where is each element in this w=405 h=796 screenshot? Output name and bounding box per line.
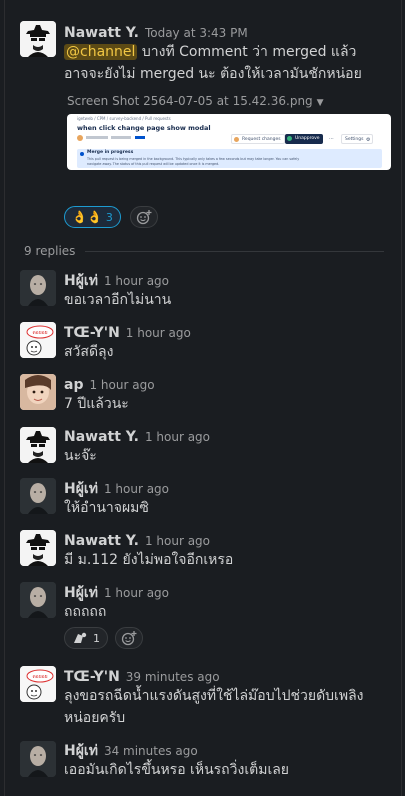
notice-title: Merge in progress [87, 150, 134, 155]
reply-count: 9 replies [24, 244, 76, 258]
add-reaction-button[interactable] [130, 206, 158, 228]
avatar-heisenberg[interactable] [20, 530, 56, 566]
reply-text: ขอเวลาอีกไม่นาน [64, 292, 172, 308]
reply-text: 7 ปีแล้วนะ [64, 396, 129, 412]
message-text-line: หน่อยครับ [64, 710, 126, 726]
ok-hand-emoji-icon: 👌👌 [72, 210, 102, 224]
reply-text: มี ม.112 ยังไม่พอใจอีกเหรอ [64, 552, 234, 568]
more-icon: ⋯ [329, 136, 334, 142]
author-name[interactable]: TŒ-Y'N [64, 669, 120, 685]
author-name[interactable]: TŒ-Y'N [64, 325, 120, 341]
message-text-line: อาจจะยังไม่ merged นะ ต้องให้เวลามันชักห… [64, 66, 362, 82]
reply-header: Nawatt Y. 1 hour ago [64, 426, 210, 445]
add-emoji-icon [136, 210, 152, 225]
reply-text: ลุงขอรถฉีดน้ำแรงดันสูงที่ใช้ไล่ม๊อบไปช่ว… [64, 685, 394, 729]
timestamp[interactable]: 1 hour ago [145, 534, 210, 548]
attachment-file-name[interactable]: Screen Shot 2564-07-05 at 15.42.36.png ▼ [67, 94, 324, 108]
add-reaction-button[interactable] [115, 627, 143, 649]
notice-text: navigate away. The status of this pull r… [87, 162, 220, 166]
reply-text: ให้อำนาจผมซิ [64, 500, 149, 516]
avatar-h[interactable] [20, 582, 56, 618]
reaction-custom[interactable]: 1 [64, 627, 108, 649]
reaction-ok-hand[interactable]: 👌👌 3 [64, 206, 121, 228]
shot-avatar-icon [77, 135, 83, 141]
reply-text: นะจ๊ะ [64, 448, 97, 464]
gear-icon: ⚙ [365, 137, 371, 143]
reply-header: TŒ-Y'N 1 hour ago [64, 322, 191, 341]
message-text-line: ลุงขอรถฉีดน้ำแรงดันสูงที่ใช้ไล่ม๊อบไปช่ว… [64, 688, 364, 704]
shot-title: when click change page show modal [77, 124, 211, 132]
avatar-toey[interactable]: ดอยอย [20, 322, 56, 358]
reply-text: สวัสดีลุง [64, 344, 114, 360]
author-name[interactable]: Hผู้เท่ [64, 585, 98, 601]
author-name[interactable]: Hผู้เท่ [64, 273, 98, 289]
avatar-h[interactable] [20, 270, 56, 306]
warning-icon [234, 137, 239, 142]
timestamp[interactable]: Today at 3:43 PM [145, 26, 248, 40]
author-name[interactable]: Hผู้เท่ [64, 743, 98, 759]
root-message-header: Nawatt Y. Today at 3:43 PM [64, 22, 248, 41]
thread-panel: Nawatt Y. Today at 3:43 PM @channel บางที… [4, 0, 402, 796]
attachment-image[interactable]: igetweb / CPM / survey-backend / Pull re… [67, 114, 391, 170]
reply-text: เออมันเกิดไรขึ้นหรอ เห็นรถวิ่งเต็มเลย [64, 762, 290, 778]
author-name[interactable]: Hผู้เท่ [64, 481, 98, 497]
shot-merge-notice: Merge in progress This pull request is b… [77, 149, 382, 168]
divider-line [85, 250, 384, 252]
reply-header: Nawatt Y. 1 hour ago [64, 530, 210, 549]
message-text-line: บางที Comment ว่า merged แล้ว [137, 44, 357, 60]
reaction-count: 3 [105, 210, 113, 224]
avatar-heisenberg[interactable] [20, 21, 56, 57]
shot-settings: Settings ⚙ [341, 134, 374, 144]
reply-header: TŒ-Y'N 39 minutes ago [64, 666, 220, 685]
timestamp[interactable]: 39 minutes ago [126, 670, 220, 684]
chevron-down-icon[interactable]: ▼ [317, 98, 324, 108]
avatar-heisenberg[interactable] [20, 427, 56, 463]
channel-mention[interactable]: @channel [64, 44, 138, 60]
root-message-text: @channel บางที Comment ว่า merged แล้ว อ… [64, 41, 394, 85]
avatar-speech-label: ดอยอย [32, 330, 47, 336]
info-icon [80, 152, 84, 156]
avatar-speech-label: ดอยอย [32, 674, 47, 680]
author-name[interactable]: Nawatt Y. [64, 533, 139, 549]
timestamp[interactable]: 1 hour ago [126, 326, 191, 340]
replies-divider: 9 replies [24, 244, 384, 258]
author-name[interactable]: Nawatt Y. [64, 429, 139, 445]
shot-meta-line [86, 136, 108, 139]
timestamp[interactable]: 1 hour ago [104, 274, 169, 288]
check-icon [287, 136, 292, 141]
avatar-h[interactable] [20, 741, 56, 777]
timestamp[interactable]: 34 minutes ago [104, 744, 198, 758]
timestamp[interactable]: 1 hour ago [104, 586, 169, 600]
reply-header: ap 1 hour ago [64, 374, 155, 393]
timestamp[interactable]: 1 hour ago [145, 430, 210, 444]
shot-unapprove: Unapprove [285, 134, 323, 144]
shot-request-changes: Request changes [231, 134, 285, 144]
timestamp[interactable]: 1 hour ago [104, 482, 169, 496]
avatar-ap[interactable] [20, 374, 56, 410]
custom-emoji-icon [74, 632, 87, 643]
shot-breadcrumb: igetweb / CPM / survey-backend / Pull re… [77, 116, 171, 121]
avatar-toey[interactable]: ดอยอย [20, 666, 56, 702]
reaction-count: 1 [93, 631, 100, 645]
shot-branch-tag [135, 136, 145, 139]
author-name[interactable]: ap [64, 377, 83, 393]
shot-meta-line [111, 136, 131, 139]
add-emoji-icon [121, 631, 137, 646]
reply-text: ถถถถถ [64, 604, 107, 620]
notice-text: This pull request is being merged in the… [87, 157, 300, 161]
timestamp[interactable]: 1 hour ago [89, 378, 154, 392]
file-name-label: Screen Shot 2564-07-05 at 15.42.36.png [67, 94, 313, 108]
avatar-h[interactable] [20, 478, 56, 514]
author-name[interactable]: Nawatt Y. [64, 25, 139, 41]
